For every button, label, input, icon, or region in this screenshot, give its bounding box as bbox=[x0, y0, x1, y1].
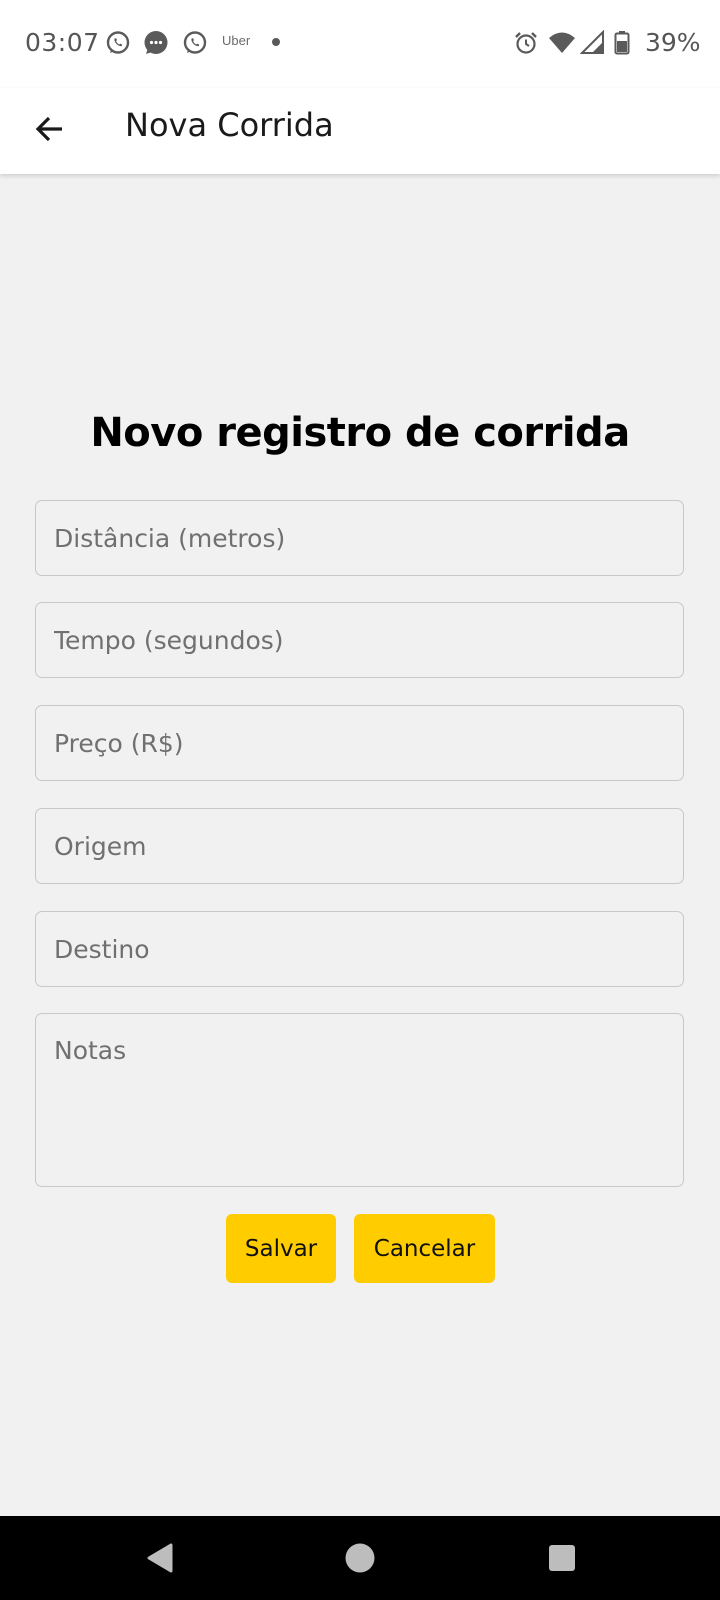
price-input[interactable] bbox=[35, 705, 684, 781]
uber-notification-icon: Uber bbox=[222, 33, 251, 48]
cell-signal-icon bbox=[579, 29, 606, 56]
more-notifications-dot bbox=[272, 38, 280, 46]
arrow-left-icon bbox=[35, 116, 62, 142]
triangle-back-icon bbox=[147, 1543, 173, 1573]
origin-input[interactable] bbox=[35, 808, 684, 884]
cancel-button[interactable]: Cancelar bbox=[354, 1214, 495, 1283]
whatsapp-icon bbox=[105, 30, 131, 56]
battery-icon bbox=[614, 30, 632, 56]
distance-input[interactable] bbox=[35, 500, 684, 576]
nav-back-button[interactable] bbox=[140, 1538, 180, 1578]
battery-percentage: 39% bbox=[645, 28, 701, 57]
save-button[interactable]: Salvar bbox=[226, 1214, 336, 1283]
nav-home-button[interactable] bbox=[340, 1538, 380, 1578]
page-title: Nova Corrida bbox=[125, 106, 334, 144]
messages-icon bbox=[143, 30, 169, 56]
whatsapp-icon bbox=[182, 30, 208, 56]
notes-textarea[interactable] bbox=[35, 1013, 684, 1187]
time-input[interactable] bbox=[35, 602, 684, 678]
circle-home-icon bbox=[345, 1543, 375, 1573]
nav-recents-button[interactable] bbox=[542, 1538, 582, 1578]
wifi-icon bbox=[548, 30, 575, 56]
destination-input[interactable] bbox=[35, 911, 684, 987]
square-recents-icon bbox=[549, 1545, 575, 1571]
screen: 03:07 Uber 39% Nova Corrida Novo registr… bbox=[0, 0, 720, 1600]
status-time: 03:07 bbox=[25, 28, 100, 57]
status-bar: 03:07 Uber 39% bbox=[0, 0, 720, 88]
back-button[interactable] bbox=[22, 101, 78, 157]
system-nav-bar bbox=[0, 1516, 720, 1600]
alarm-icon bbox=[513, 30, 539, 56]
app-bar: Nova Corrida bbox=[0, 88, 720, 174]
form-heading: Novo registro de corrida bbox=[90, 410, 630, 456]
